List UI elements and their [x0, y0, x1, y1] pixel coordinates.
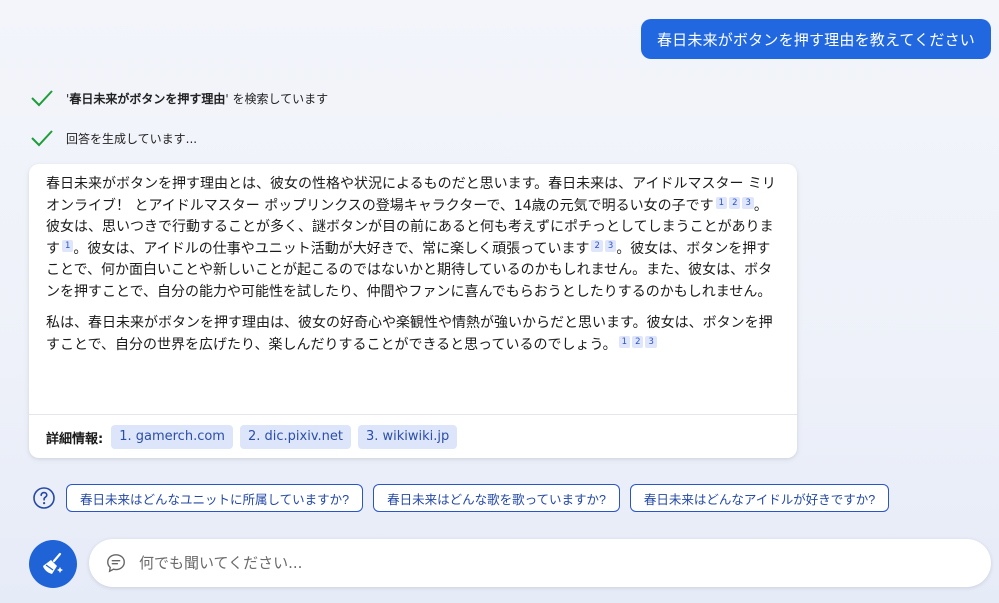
user-message-bubble: 春日未来がボタンを押す理由を教えてください — [640, 19, 991, 59]
source-link[interactable]: 2. dic.pixiv.net — [239, 425, 351, 449]
citation-link[interactable]: 2 — [729, 196, 741, 209]
chat-input-box[interactable] — [89, 539, 991, 587]
source-link[interactable]: 1. gamerch.com — [111, 425, 233, 449]
user-message-text: 春日未来がボタンを押す理由を教えてください — [656, 30, 975, 49]
check-icon — [31, 130, 53, 147]
answer-text: 春日未来がボタンを押す理由とは、彼女の性格や状況によるものだと思います。春日未来… — [46, 176, 776, 214]
broom-icon — [43, 552, 63, 574]
chat-bubble-icon — [107, 554, 125, 573]
answer-paragraph-2: 私は、春日未来がボタンを押す理由は、彼女の好奇心や楽観性や情熱が強いからだと思い… — [46, 313, 781, 356]
divider — [29, 414, 797, 415]
answer-text: 私は、春日未来がボタンを押す理由は、彼女の好奇心や楽観性や情熱が強いからだと思い… — [46, 315, 773, 353]
citation-link[interactable]: 3 — [645, 335, 657, 348]
suggestions-row: 春日未来はどんなユニットに所属していますか? 春日未来はどんな歌を歌っていますか… — [32, 484, 899, 512]
source-link[interactable]: 3. wikiwiki.jp — [357, 425, 458, 449]
citation-link[interactable]: 2 — [632, 335, 644, 348]
answer-paragraph-1: 春日未来がボタンを押す理由とは、彼女の性格や状況によるものだと思います。春日未来… — [46, 174, 781, 303]
citation-link[interactable]: 1 — [62, 239, 74, 252]
status-search-suffix: ' を検索しています — [225, 91, 329, 106]
status-generating: 回答を生成しています... — [30, 128, 197, 148]
sources-row: 詳細情報: 1. gamerch.com 2. dic.pixiv.net 3.… — [46, 425, 464, 449]
new-topic-button[interactable] — [29, 540, 77, 588]
citation-link[interactable]: 1 — [618, 335, 631, 348]
suggestion-button[interactable]: 春日未来はどんなアイドルが好きですか? — [629, 484, 890, 512]
question-circle-icon — [33, 487, 55, 509]
check-icon — [31, 90, 53, 107]
answer-text: 。彼女は、アイドルの仕事やユニット活動が大好きで、常に楽しく頑張っています — [73, 240, 590, 257]
answer-body: 春日未来がボタンを押す理由とは、彼女の性格や状況によるものだと思います。春日未来… — [29, 164, 797, 356]
status-generating-text: 回答を生成しています... — [66, 131, 198, 146]
suggestion-button[interactable]: 春日未来はどんな歌を歌っていますか? — [373, 484, 620, 512]
chat-input-field[interactable] — [137, 553, 921, 573]
sources-label: 詳細情報: — [46, 431, 104, 447]
citation-link[interactable]: 2 — [591, 239, 603, 252]
suggestion-button[interactable]: 春日未来はどんなユニットに所属していますか? — [66, 484, 364, 512]
citation-link[interactable]: 3 — [742, 196, 754, 209]
status-search-query: 春日未来がボタンを押す理由 — [69, 91, 226, 106]
answer-card: 春日未来がボタンを押す理由とは、彼女の性格や状況によるものだと思います。春日未来… — [29, 164, 797, 458]
citation-link[interactable]: 3 — [604, 239, 617, 252]
citation-link[interactable]: 1 — [715, 196, 728, 209]
status-searching: '春日未来がボタンを押す理由' を検索しています — [30, 88, 328, 108]
